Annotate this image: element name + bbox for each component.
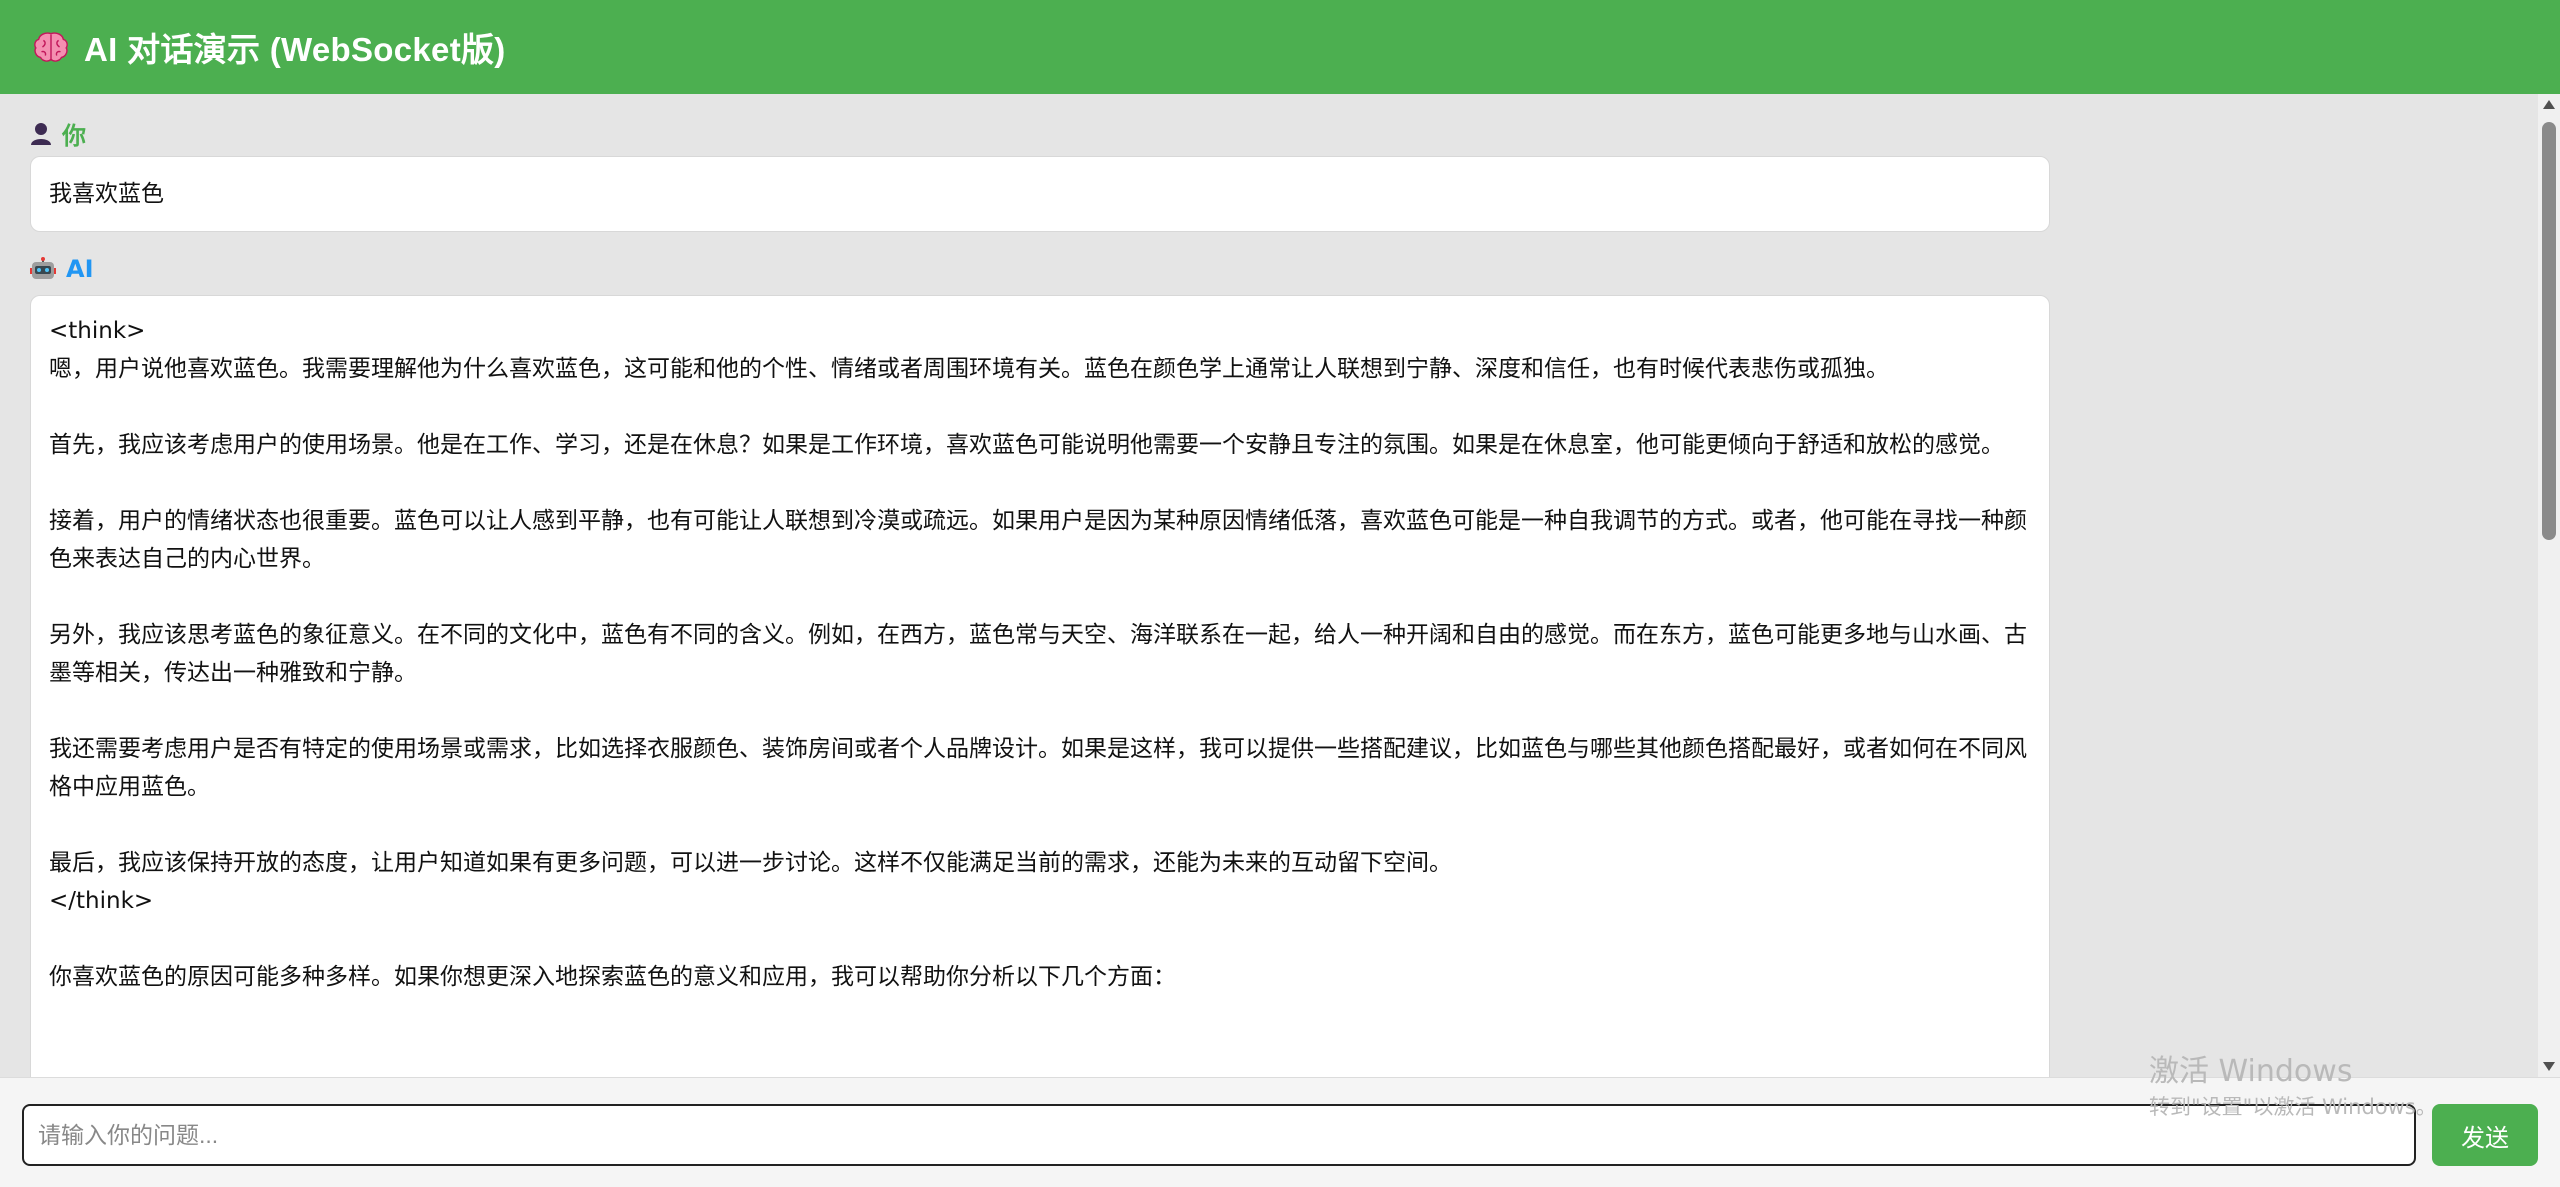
ai-paragraph: 另外，我应该思考蓝色的象征意义。在不同的文化中，蓝色有不同的含义。例如，在西方，… bbox=[49, 622, 2027, 686]
ai-paragraph: 接着，用户的情绪状态也很重要。蓝色可以让人感到平静，也有可能让人联想到冷漠或疏远… bbox=[49, 508, 2027, 572]
user-role-text: 你 bbox=[62, 122, 86, 150]
app-header: AI 对话演示 (WebSocket版) bbox=[0, 0, 2560, 94]
ai-paragraph: 你喜欢蓝色的原因可能多种多样。如果你想更深入地探索蓝色的意义和应用，我可以帮助你… bbox=[49, 964, 1176, 990]
question-input[interactable] bbox=[22, 1104, 2416, 1166]
user-message-text: 我喜欢蓝色 bbox=[49, 181, 164, 207]
user-icon bbox=[31, 122, 51, 145]
scroll-up-arrow-icon[interactable] bbox=[2543, 100, 2555, 109]
ai-role-text: AI bbox=[66, 255, 94, 283]
chat-area[interactable]: 你 我喜欢蓝色 AI <think> 嗯，用户说他喜欢蓝色。我需要理解他为什么喜… bbox=[0, 94, 2560, 1077]
ai-paragraph: 我还需要考虑用户是否有特定的使用场景或需求，比如选择衣服颜色、装饰房间或者个人品… bbox=[49, 736, 2027, 800]
page-title: AI 对话演示 (WebSocket版) bbox=[84, 31, 506, 68]
scrollbar-thumb[interactable] bbox=[2542, 122, 2556, 540]
input-bar: 发送 bbox=[0, 1077, 2560, 1187]
ai-paragraph: <think> 嗯，用户说他喜欢蓝色。我需要理解他为什么喜欢蓝色，这可能和他的个… bbox=[49, 318, 1889, 382]
user-message: 我喜欢蓝色 bbox=[30, 156, 2050, 232]
brain-icon bbox=[34, 32, 68, 62]
chat-scrollbar[interactable] bbox=[2538, 94, 2560, 1077]
ai-paragraph: 首先，我应该考虑用户的使用场景。他是在工作、学习，还是在休息？如果是工作环境，喜… bbox=[49, 432, 2004, 458]
ai-role-label: AI bbox=[30, 255, 94, 283]
user-role-label: 你 bbox=[30, 116, 86, 151]
ai-message: <think> 嗯，用户说他喜欢蓝色。我需要理解他为什么喜欢蓝色，这可能和他的个… bbox=[30, 295, 2050, 1077]
robot-icon bbox=[30, 257, 56, 279]
scroll-down-arrow-icon[interactable] bbox=[2543, 1062, 2555, 1071]
send-button[interactable]: 发送 bbox=[2432, 1104, 2538, 1166]
ai-paragraph: 最后，我应该保持开放的态度，让用户知道如果有更多问题，可以进一步讨论。这样不仅能… bbox=[49, 850, 1452, 914]
